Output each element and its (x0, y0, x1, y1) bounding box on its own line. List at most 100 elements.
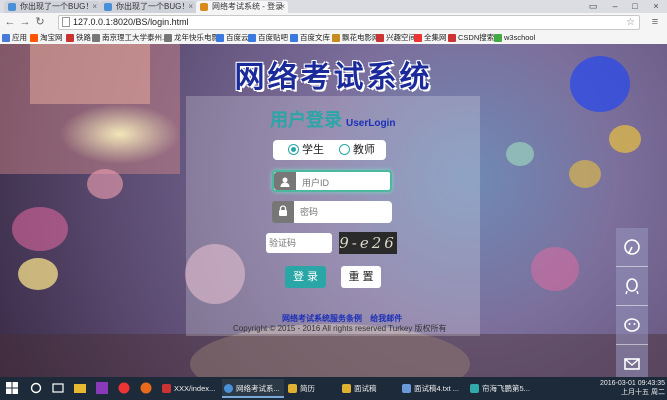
address-bar-row: ← → ↻ 127.0.0.1:8020/BS/login.html ☆ ≡ (0, 13, 667, 31)
tab-favicon-icon (104, 3, 112, 11)
terms-link[interactable]: 网络考试系统服务条例 (282, 314, 362, 323)
help-icon (624, 239, 640, 255)
browser-tab-active[interactable]: 网络考试系统 - 登录 × (196, 1, 288, 13)
search-icon[interactable] (30, 382, 42, 394)
tab-bar: 你出现了一个BUG！ × 你出现了一个BUG！ × 网络考试系统 - 登录 × … (0, 0, 667, 13)
taskbar-label: 面试稿4.txt ... (414, 384, 460, 393)
windows-start-icon[interactable] (6, 382, 18, 394)
qq-button[interactable] (616, 267, 648, 306)
bookmark-item[interactable]: 全集网 (414, 32, 447, 43)
bookmark-favicon-icon (414, 34, 422, 42)
bookmark-favicon-icon (494, 34, 502, 42)
firefox-icon[interactable] (140, 382, 152, 394)
bookmark-item[interactable]: 百度文库 (290, 32, 330, 43)
role-student-radio[interactable]: 学生 (288, 144, 324, 156)
tab-label: 网络考试系统 - 登录 (212, 2, 284, 11)
bookmark-favicon-icon (248, 34, 256, 42)
url-input[interactable]: 127.0.0.1:8020/BS/login.html ☆ (58, 15, 640, 30)
bookmark-favicon-icon (332, 34, 340, 42)
bookmark-item[interactable]: 淘宝网 (30, 32, 63, 43)
minimize-icon[interactable]: – (605, 0, 625, 12)
bookmark-star-icon[interactable]: ☆ (626, 16, 635, 29)
bookmark-label: w3school (504, 33, 536, 42)
email-link[interactable]: 给我邮件 (370, 314, 402, 323)
side-toolbar (616, 228, 648, 377)
apps-icon (2, 34, 10, 42)
taskbar-item[interactable]: 面试稿 (340, 379, 396, 398)
browser-tab[interactable]: 你出现了一个BUG！ × (4, 1, 100, 13)
menu-icon[interactable]: ≡ (648, 15, 662, 29)
bookmark-label: 南京理工大学泰州... (102, 33, 169, 42)
browser-chrome: 你出现了一个BUG！ × 你出现了一个BUG！ × 网络考试系统 - 登录 × … (0, 0, 667, 45)
user-icon[interactable]: ▭ (583, 0, 603, 12)
chrome-icon (224, 384, 233, 393)
tab-label: 你出现了一个BUG！ (116, 2, 190, 11)
wechat-button[interactable] (616, 306, 648, 345)
clock-time: 09:43:35 (637, 380, 665, 387)
bookmark-item[interactable]: 南京理工大学泰州... (92, 32, 168, 43)
bookmark-item[interactable]: 百度贴吧 (248, 32, 288, 43)
bookmark-favicon-icon (164, 34, 172, 42)
login-heading: 用户登录 (270, 110, 342, 131)
weibo-icon[interactable] (118, 382, 130, 394)
login-button[interactable]: 登 录 (285, 266, 326, 288)
bookmark-favicon-icon (448, 34, 456, 42)
forward-icon[interactable]: → (18, 15, 32, 29)
captcha-input[interactable] (266, 233, 332, 253)
taskbar-item[interactable]: XXX/index... (160, 379, 220, 398)
clock-weekday: 上月十五 周二 (621, 389, 665, 396)
bookmark-label: CSDN搜索 (458, 33, 495, 42)
qq-icon (625, 278, 639, 295)
bookmark-item[interactable]: 飘花电影网 (332, 32, 380, 43)
role-label: 教师 (353, 144, 375, 156)
role-teacher-radio[interactable]: 教师 (339, 144, 375, 156)
bookmark-label: 百度文库 (300, 33, 330, 42)
taskbar-item-active[interactable]: 网络考试系... (222, 379, 284, 398)
bookmark-item[interactable]: 兴趣空间 (376, 32, 416, 43)
maximize-icon[interactable]: □ (625, 0, 645, 12)
radio-checked-icon (288, 144, 299, 155)
clock-date: 2016-03-01 (599, 380, 636, 387)
bookmark-apps[interactable]: 应用 (2, 32, 27, 43)
tab-close-icon[interactable]: × (92, 1, 97, 13)
system-clock[interactable]: 2016-03-01 09:43:35 上月十五 周二 (600, 379, 665, 397)
radio-unchecked-icon (339, 144, 350, 155)
taskbar-item[interactable]: 帘海飞鹏第5... (468, 379, 530, 398)
app-icon (162, 384, 171, 393)
reset-button[interactable]: 重 置 (341, 266, 381, 288)
role-selector: 学生 教师 (273, 140, 386, 160)
lock-icon (272, 201, 294, 223)
reload-icon[interactable]: ↻ (33, 15, 47, 29)
bookmark-item[interactable]: 百度云 (216, 32, 249, 43)
copyright-text: Copyright © 2015 - 2016 All rights reser… (233, 324, 447, 333)
role-label: 学生 (302, 144, 324, 156)
tab-close-icon[interactable]: × (188, 1, 193, 13)
page-icon (62, 17, 70, 27)
help-button[interactable] (616, 228, 648, 267)
browser-tab[interactable]: 你出现了一个BUG！ × (100, 1, 196, 13)
captcha-image[interactable]: 9-e26 (339, 232, 397, 254)
bookmark-favicon-icon (290, 34, 298, 42)
close-window-icon[interactable]: × (646, 0, 666, 12)
taskbar-label: 帘海飞鹏第5... (482, 384, 530, 393)
bookmark-item[interactable]: 铁路 (66, 32, 91, 43)
back-icon[interactable]: ← (3, 15, 17, 29)
userid-input[interactable] (300, 175, 392, 191)
bookmark-label: 飘花电影网 (342, 33, 380, 42)
page-title: 网络考试系统 (234, 60, 433, 95)
password-input[interactable] (298, 204, 390, 220)
task-view-icon[interactable] (52, 382, 64, 394)
taskbar-item[interactable]: 简历 (286, 379, 336, 398)
mail-button[interactable] (616, 345, 648, 377)
login-heading-en: UserLogin (346, 118, 396, 129)
tab-close-icon[interactable]: × (280, 1, 285, 13)
file-explorer-icon[interactable] (74, 382, 86, 394)
bookmark-label: 百度贴吧 (258, 33, 288, 42)
bookmark-item[interactable]: w3school (494, 32, 535, 43)
bookmark-favicon-icon (30, 34, 38, 42)
tab-favicon-icon (8, 3, 16, 11)
taskbar-item[interactable]: 面试稿4.txt ... (400, 379, 464, 398)
onenote-icon[interactable] (96, 382, 108, 394)
bookmark-item[interactable]: 龙年快乐电影 (164, 32, 219, 43)
bookmark-item[interactable]: CSDN搜索 (448, 32, 494, 43)
